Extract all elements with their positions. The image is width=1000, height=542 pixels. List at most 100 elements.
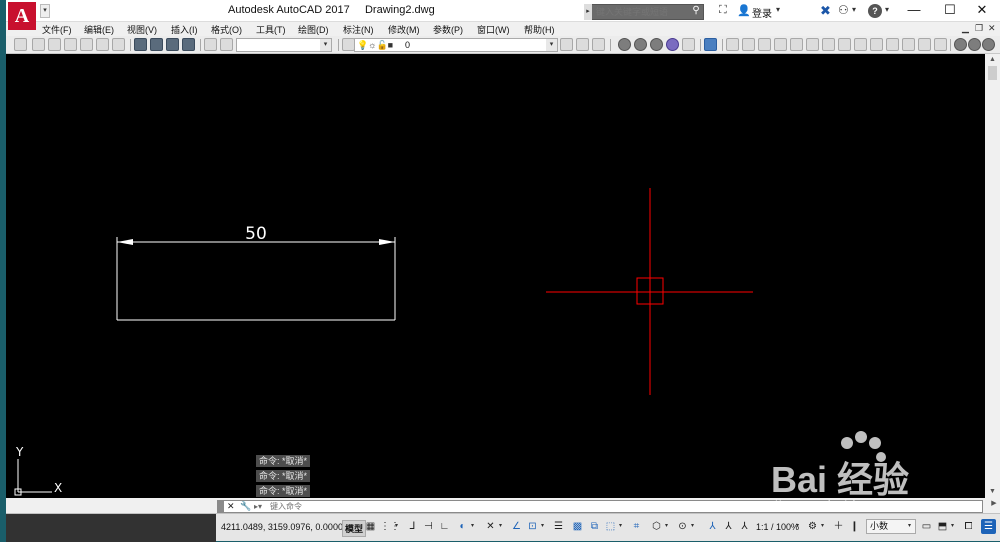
menu-insert[interactable]: 插入(I) [171,23,198,36]
chevron-down-icon[interactable]: ▾ [395,522,398,529]
scroll-right-icon[interactable]: ▶ [988,499,1000,511]
search-input[interactable] [596,5,686,19]
grid-icon[interactable]: ▦ [364,520,377,533]
layer-state-icon[interactable] [592,38,605,51]
isodraft-icon[interactable]: ◐ [456,520,469,533]
dim-arc-icon[interactable] [758,38,771,51]
match-properties-icon[interactable] [204,38,217,51]
wrench-icon[interactable]: 🔧 [240,501,251,512]
cut-icon[interactable] [150,38,163,51]
autoscale-icon[interactable]: ⅄ [722,520,735,533]
dynamic-input-icon[interactable]: ⅃ [406,520,419,533]
fly-icon[interactable] [982,38,995,51]
close-icon[interactable]: ✕ [227,501,235,512]
visual-style-shaded-icon[interactable] [666,38,679,51]
document-restore-button[interactable]: ❐ [975,23,983,34]
save-icon[interactable] [64,38,77,51]
render-icon[interactable] [682,38,695,51]
menu-parametric[interactable]: 参数(P) [433,23,463,36]
plot-icon[interactable] [96,38,109,51]
a360-dropdown-icon[interactable]: ▾ [852,5,856,14]
dim-space-icon[interactable] [902,38,915,51]
layer-properties-icon[interactable] [560,38,573,51]
annotation-scale-icon[interactable]: ⅄ [738,520,751,533]
chevron-down-icon[interactable]: ▾ [796,522,799,529]
model-space-button[interactable]: 模型 [342,520,367,537]
binoculars-search-icon[interactable]: ⚲ [689,5,703,19]
user-icon[interactable]: 👤 [737,4,751,18]
help-dropdown-icon[interactable]: ▾ [885,5,889,14]
annotation-visibility-icon[interactable]: ⅄ [706,520,719,533]
copy-icon[interactable] [166,38,179,51]
dim-continue-icon[interactable] [886,38,899,51]
scroll-up-icon[interactable]: ▲ [985,54,1000,66]
chevron-down-icon[interactable]: ▾ [619,522,622,529]
open-icon[interactable] [48,38,61,51]
selection-cycling-icon[interactable]: ⧉ [588,520,601,533]
transparency-icon[interactable]: ▩ [571,520,584,533]
dim-break-icon[interactable] [918,38,931,51]
search-expand-icon[interactable]: ▸ [584,4,592,20]
command-prompt-icon[interactable]: ▸▾ [254,501,262,512]
maximize-button[interactable]: ☐ [932,0,968,20]
menu-tools[interactable]: 工具(T) [256,23,286,36]
menu-dimension[interactable]: 标注(N) [343,23,374,36]
polar-icon[interactable]: ∟ [438,520,451,533]
menu-window[interactable]: 窗口(W) [477,23,510,36]
dim-angular-icon[interactable] [838,38,851,51]
autodesk-exchange-icon[interactable]: ✖ [820,3,831,19]
chevron-down-icon[interactable]: ▾ [821,522,824,529]
dim-baseline-icon[interactable] [870,38,883,51]
help-button[interactable]: ? [868,4,882,18]
new-icon[interactable] [32,38,45,51]
document-close-button[interactable]: ✕ [988,23,996,34]
visual-style-wireframe-icon[interactable] [618,38,631,51]
dynamic-ucs-icon[interactable]: ⌗ [630,520,643,533]
chevron-down-icon[interactable]: ▾ [546,39,557,51]
dim-jogged-icon[interactable] [806,38,819,51]
customization-icon[interactable]: ☰ [981,519,996,534]
toolbar-grip-icon[interactable] [14,38,27,51]
coordinates-readout[interactable]: 4211.0489, 3159.0976, 0.0000 [221,522,343,532]
dim-linear-icon[interactable] [726,38,739,51]
close-button[interactable]: ✕ [964,0,1000,20]
gizmo-icon[interactable]: ⊙ [676,520,689,533]
tolerance-icon[interactable] [934,38,947,51]
login-dropdown-icon[interactable]: ▾ [776,5,780,14]
chevron-down-icon[interactable]: ▾ [908,522,911,529]
visual-style-realistic-icon[interactable] [650,38,663,51]
saveas-icon[interactable] [80,38,93,51]
scroll-down-icon[interactable]: ▼ [985,486,1000,498]
menu-modify[interactable]: 修改(M) [388,23,420,36]
layer-previous-icon[interactable] [576,38,589,51]
dim-diameter-icon[interactable] [822,38,835,51]
menu-draw[interactable]: 绘图(D) [298,23,329,36]
login-button[interactable]: 登录 [752,5,772,20]
visual-style-hidden-icon[interactable] [634,38,647,51]
document-minimize-button[interactable]: ▁ [962,23,969,34]
command-line-grip[interactable] [218,501,224,512]
minimize-button[interactable]: — [896,0,932,20]
preview-icon[interactable] [112,38,125,51]
chevron-down-icon[interactable]: ▾ [665,522,668,529]
menu-file[interactable]: 文件(F) [42,23,72,36]
2d-osnap-icon[interactable]: ⊡ [526,520,539,533]
chevron-down-icon[interactable]: ▾ [691,522,694,529]
dim-quick-icon[interactable] [854,38,867,51]
layer-combo[interactable]: 💡☼🔓■ 0 ▾ [354,38,558,52]
lineweight-icon[interactable]: ☰ [552,520,565,533]
walk-icon[interactable] [968,38,981,51]
menu-view[interactable]: 视图(V) [127,23,157,36]
autocad-logo-icon[interactable]: A [8,2,36,30]
chevron-down-icon[interactable]: ▾ [499,522,502,529]
menu-edit[interactable]: 编辑(E) [84,23,114,36]
menu-format[interactable]: 格式(O) [211,23,242,36]
quick-access-dropdown-icon[interactable]: ▾ [40,4,50,18]
scroll-thumb[interactable] [988,66,997,80]
infocenter-icon[interactable]: ⛶ [719,4,733,18]
a360-icon[interactable]: ⚇ [838,3,849,17]
orbit-icon[interactable] [954,38,967,51]
selection-filter-icon[interactable]: ⬡ [650,520,663,533]
menu-help[interactable]: 帮助(H) [524,23,555,36]
view-top-icon[interactable] [704,38,717,51]
